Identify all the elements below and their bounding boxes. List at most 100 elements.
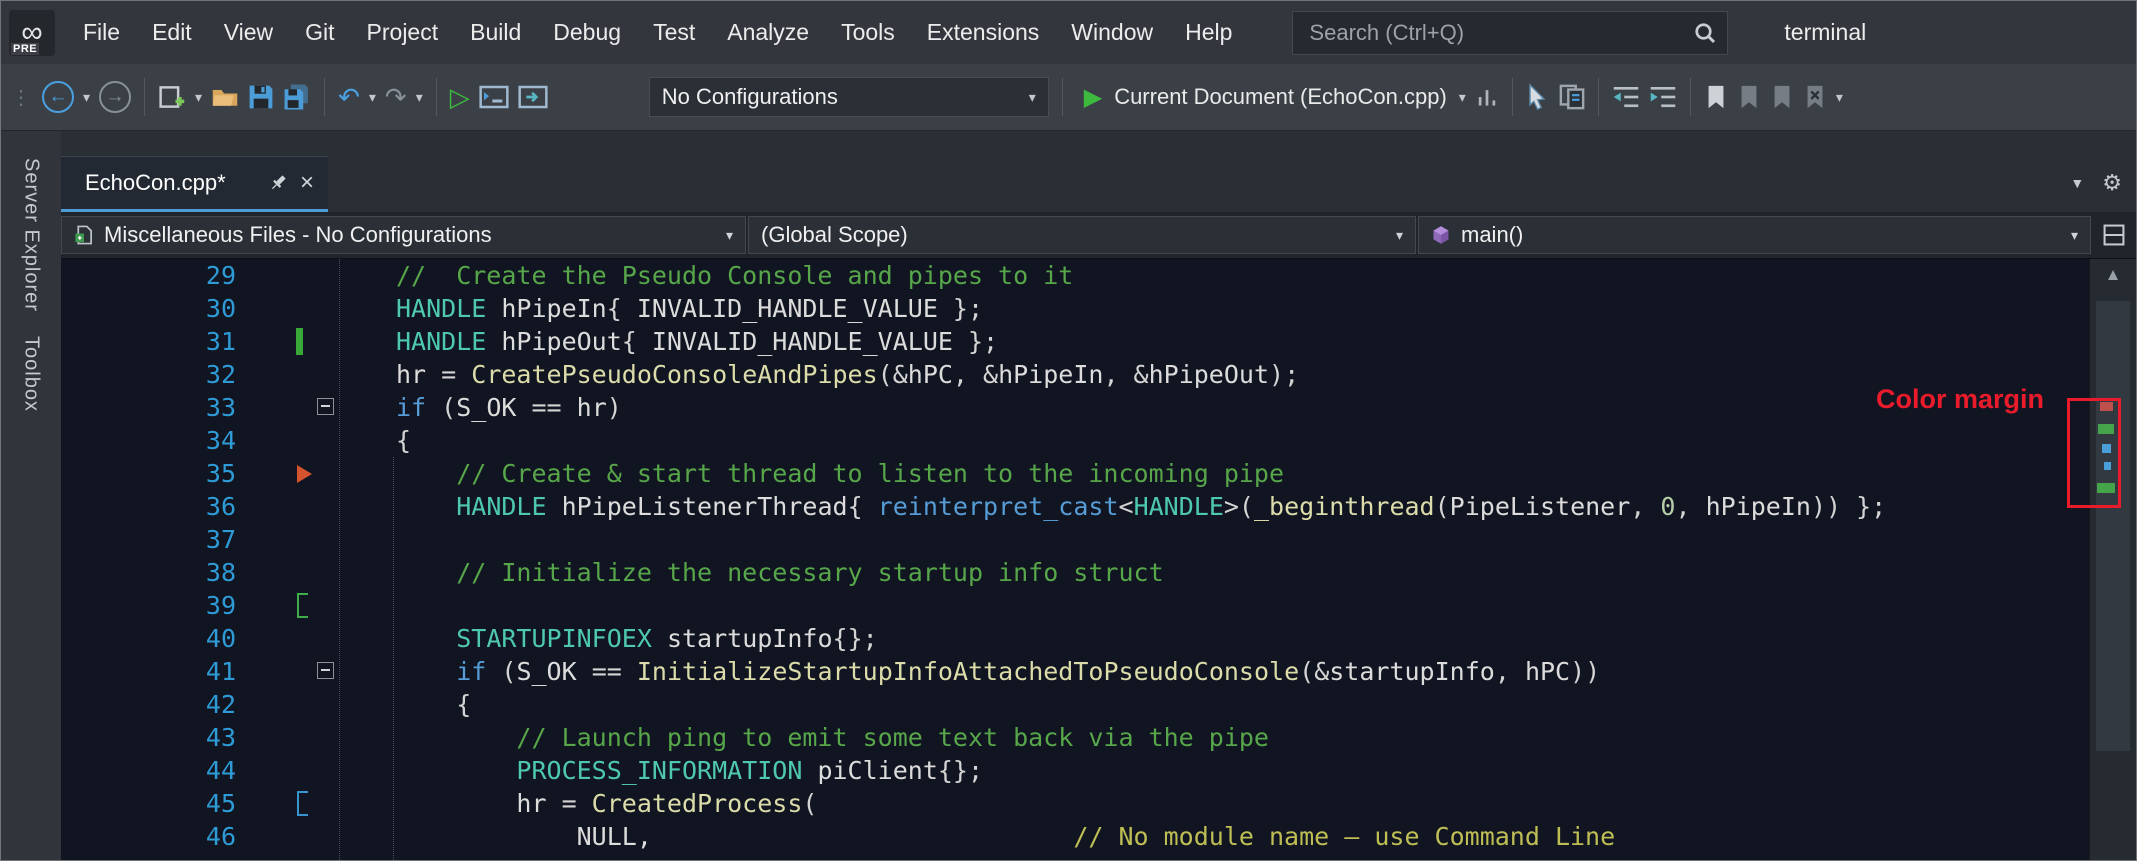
back-history-caret[interactable]: ▾ — [83, 89, 90, 106]
clear-bookmarks-button[interactable] — [1803, 84, 1827, 110]
code-line[interactable]: 35 // Create & start thread to listen to… — [61, 457, 2089, 490]
redo-button[interactable]: ↷ — [385, 82, 407, 113]
code-line[interactable]: 43 // Launch ping to emit some text back… — [61, 721, 2089, 754]
search-box[interactable] — [1292, 10, 1729, 55]
undo-caret[interactable]: ▾ — [369, 89, 376, 106]
line-number: 34 — [205, 426, 236, 455]
menu-item-view[interactable]: View — [208, 1, 289, 64]
code-text — [347, 589, 396, 622]
toolbar-separator — [1061, 78, 1063, 116]
project-dropdown[interactable]: Miscellaneous Files - No Configurations … — [61, 216, 746, 254]
menu-item-git[interactable]: Git — [289, 1, 350, 64]
code-line[interactable]: 39 — [61, 589, 2089, 622]
menu-item-debug[interactable]: Debug — [537, 1, 637, 64]
code-line[interactable]: 46 NULL, // No module name — use Command… — [61, 820, 2089, 853]
undo-button[interactable]: ↶ — [338, 82, 360, 113]
toolbar-separator — [1511, 78, 1513, 116]
fold-column — [317, 655, 347, 688]
project-dropdown-label: Miscellaneous Files - No Configurations — [104, 222, 492, 247]
toolbar-grip[interactable]: ⋮ — [11, 85, 31, 110]
open-file-button[interactable] — [211, 83, 239, 111]
code-line[interactable]: 36 HANDLE hPipeListenerThread{ reinterpr… — [61, 490, 2089, 523]
code-line[interactable]: 33 if (S_OK == hr) — [61, 391, 2089, 424]
menu-item-analyze[interactable]: Analyze — [711, 1, 825, 64]
document-copy-button[interactable] — [1559, 84, 1585, 110]
margin-column — [236, 325, 317, 358]
code-text: NULL, // No module name — use Command Li… — [396, 822, 1616, 851]
navigate-back-button[interactable]: ← — [42, 81, 74, 113]
terminal-label[interactable]: terminal — [1784, 19, 1866, 46]
code-line[interactable]: 41 if (S_OK == InitializeStartupInfoAtta… — [61, 655, 2089, 688]
fold-toggle[interactable] — [317, 662, 334, 679]
scroll-up-arrow-icon[interactable]: ▲ — [2090, 265, 2136, 285]
fold-column — [317, 556, 347, 589]
side-tool-strip: Server Explorer Toolbox — [1, 131, 61, 860]
run-target-label: Current Document (EchoCon.cpp) — [1114, 84, 1447, 109]
indent-decrease-icon — [1613, 86, 1639, 108]
navigate-forward-button[interactable]: → — [99, 81, 132, 113]
menu-item-build[interactable]: Build — [454, 1, 537, 64]
close-icon[interactable]: × — [300, 171, 314, 195]
configurations-dropdown[interactable]: No Configurations ▾ — [648, 77, 1049, 117]
code-line[interactable]: 40 STARTUPINFOEX startupInfo{}; — [61, 622, 2089, 655]
start-without-debugging-button[interactable]: ▷ — [450, 82, 470, 113]
scrollbar[interactable]: ▲ — [2089, 259, 2136, 860]
menu-item-tools[interactable]: Tools — [825, 1, 911, 64]
next-bookmark-button[interactable] — [1770, 84, 1794, 110]
start-debugging-button[interactable]: ▶ Current Document (EchoCon.cpp) ▾ — [1084, 83, 1466, 112]
vs-logo[interactable]: ∞ PRE — [9, 9, 55, 56]
menu-item-project[interactable]: Project — [351, 1, 455, 64]
menu-item-window[interactable]: Window — [1055, 1, 1169, 64]
menu-item-help[interactable]: Help — [1169, 1, 1248, 64]
toolbar-extra-button-2[interactable] — [518, 84, 548, 110]
bookmark-folder-caret[interactable]: ▾ — [1836, 89, 1843, 106]
decrease-indent-button[interactable] — [1612, 85, 1640, 109]
profiler-options-button[interactable] — [1475, 85, 1499, 109]
search-input[interactable] — [1307, 18, 1694, 47]
scrollbar-thumb[interactable] — [2096, 301, 2130, 751]
menu-item-extensions[interactable]: Extensions — [911, 1, 1056, 64]
toggle-bookmark-button[interactable] — [1704, 84, 1728, 110]
tab-list-caret[interactable]: ▼ — [2070, 175, 2084, 191]
new-project-button[interactable] — [158, 83, 186, 111]
fold-toggle[interactable] — [317, 398, 334, 415]
margin-column — [236, 754, 317, 787]
sidebar-item-server-explorer[interactable]: Server Explorer — [20, 158, 43, 312]
gear-icon[interactable]: ⚙ — [2102, 170, 2122, 196]
menu-item-edit[interactable]: Edit — [136, 1, 208, 64]
menu-bar: ∞ PRE File Edit View Git Project Build Debug Te… — [1, 1, 2136, 64]
fold-column — [317, 457, 347, 490]
margin-column — [236, 358, 317, 391]
code-editor[interactable]: 29 // Create the Pseudo Console and pipes… — [61, 259, 2089, 860]
code-line[interactable]: 44 PROCESS_INFORMATION piClient{}; — [61, 754, 2089, 787]
code-line[interactable]: 30 HANDLE hPipeIn{ INVALID_HANDLE_VALUE }… — [61, 292, 2089, 325]
menu-item-file[interactable]: File — [67, 1, 136, 64]
line-number: 39 — [205, 591, 236, 620]
code-line[interactable]: 32 hr = CreatePseudoConsoleAndPipes(&hPC,… — [61, 358, 2089, 391]
code-line[interactable]: 38 // Initialize the necessary startup i… — [61, 556, 2089, 589]
new-project-caret[interactable]: ▾ — [195, 89, 202, 106]
cursor-tool-button[interactable] — [1526, 83, 1550, 111]
fold-column — [317, 259, 347, 292]
menu-item-test[interactable]: Test — [637, 1, 711, 64]
member-dropdown[interactable]: main() ▾ — [1418, 216, 2091, 254]
previous-bookmark-button[interactable] — [1737, 84, 1761, 110]
code-line[interactable]: 45 hr = CreatedProcess( — [61, 787, 2089, 820]
save-button[interactable] — [248, 84, 274, 110]
code-line[interactable]: 37 — [61, 523, 2089, 556]
code-line[interactable]: 31 HANDLE hPipeOut{ INVALID_HANDLE_VALUE … — [61, 325, 2089, 358]
code-line[interactable]: 29 // Create the Pseudo Console and pipes… — [61, 259, 2089, 292]
toolbar-extra-button-1[interactable] — [479, 84, 509, 110]
code-line[interactable]: 42 { — [61, 688, 2089, 721]
increase-indent-button[interactable] — [1649, 85, 1677, 109]
sidebar-item-toolbox[interactable]: Toolbox — [20, 336, 43, 412]
save-all-button[interactable] — [283, 83, 311, 111]
split-editor-icon[interactable] — [2103, 224, 2125, 246]
code-line[interactable]: 34 { — [61, 424, 2089, 457]
run-target-caret[interactable]: ▾ — [1459, 89, 1466, 106]
tab-echocon[interactable]: EchoCon.cpp* × — [61, 156, 328, 212]
tab-strip: EchoCon.cpp* × ▼ ⚙ — [61, 131, 2136, 212]
pin-icon[interactable] — [268, 173, 288, 193]
scope-dropdown[interactable]: (Global Scope) ▾ — [748, 216, 1416, 254]
redo-caret[interactable]: ▾ — [416, 89, 423, 106]
